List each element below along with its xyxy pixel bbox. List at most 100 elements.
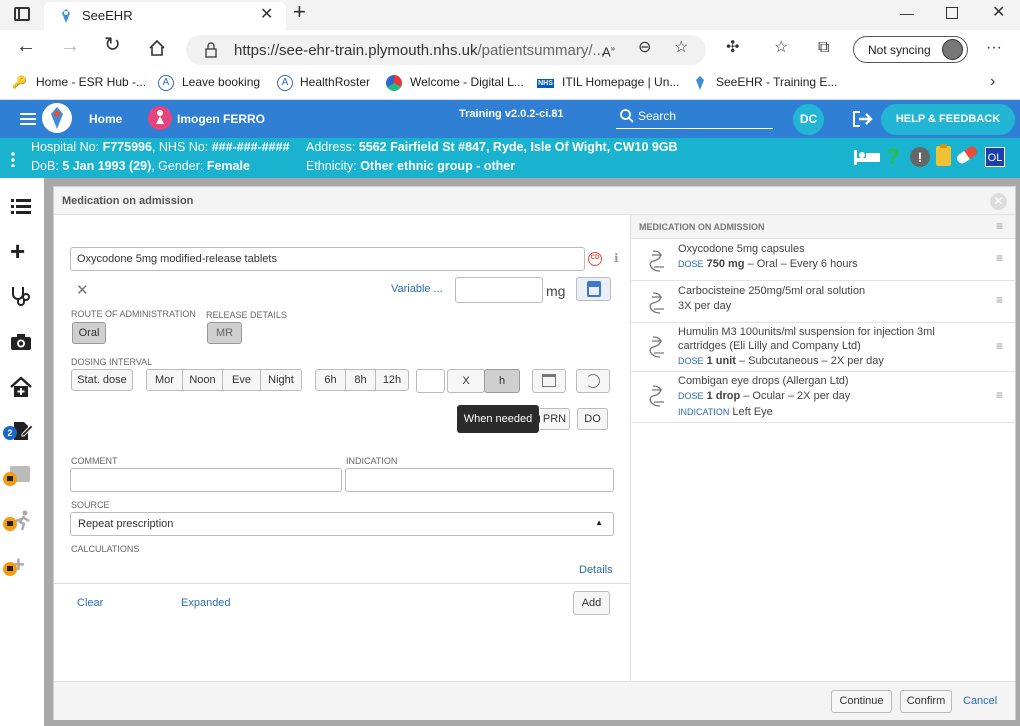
caret-down-icon: ▲ [595, 518, 603, 527]
clipboard-icon[interactable] [936, 144, 951, 166]
time-noon-button[interactable]: Noon [182, 369, 223, 391]
custom-interval-input[interactable] [416, 369, 445, 393]
bookmark-welcome[interactable]: Welcome - Digital L... [410, 75, 524, 89]
indication-input[interactable] [345, 468, 614, 492]
prn-button[interactable]: PRN [540, 408, 570, 430]
med-item[interactable]: Carbocisteine 250mg/5ml oral solution 3X… [631, 281, 1015, 323]
stethoscope-icon[interactable] [10, 285, 32, 307]
bookmark-leave[interactable]: Leave booking [182, 75, 260, 89]
medication-list-pane: MEDICATION ON ADMISSION ≡ Oxycodone 5mg … [630, 215, 1015, 681]
restore-icon[interactable] [946, 7, 958, 19]
drag-handle-icon[interactable]: ≡ [996, 293, 1003, 307]
do-button[interactable]: DO [577, 408, 608, 430]
variable-link[interactable]: Variable ... [391, 283, 443, 295]
interval-12h-button[interactable]: 12h [375, 369, 409, 391]
patient-name[interactable]: Imogen FERRO [177, 112, 265, 126]
calendar-button[interactable] [532, 369, 566, 393]
info-pin-icon[interactable]: ℹ [614, 251, 619, 265]
seeehr-bookmark-icon [692, 75, 708, 91]
close-window-icon[interactable]: ✕ [992, 5, 1005, 21]
chevron-right-icon[interactable]: › [990, 74, 995, 90]
route-oral-button[interactable]: Oral [72, 322, 106, 344]
drag-handle-icon[interactable]: ≡ [996, 251, 1003, 265]
search-icon [620, 109, 634, 123]
hours-h-button[interactable]: h [484, 369, 520, 393]
source-select[interactable]: Repeat prescription ▲ [70, 512, 614, 536]
drug-input[interactable]: Oxycodone 5mg modified-release tablets [70, 247, 585, 271]
schedule-button[interactable] [576, 369, 610, 393]
url-bar[interactable]: https://see-ehr-train.plymouth.nhs.uk/pa… [186, 35, 706, 65]
time-mor-button[interactable]: Mor [146, 369, 183, 391]
confirm-button[interactable]: Confirm [900, 690, 952, 713]
drag-handle-icon[interactable]: ≡ [996, 388, 1003, 402]
cancel-link[interactable]: Cancel [963, 695, 997, 707]
list-menu-icon[interactable]: ≡ [996, 219, 1003, 233]
time-eve-button[interactable]: Eve [222, 369, 261, 391]
forward-icon[interactable]: → [60, 36, 80, 56]
bookmark-healthroster[interactable]: HealthRoster [300, 75, 370, 89]
home-icon[interactable] [148, 39, 166, 57]
back-icon[interactable]: ← [16, 36, 36, 56]
user-avatar[interactable]: DC [793, 104, 824, 135]
med-item[interactable]: Oxycodone 5mg capsules DOSE 750 mg – Ora… [631, 239, 1015, 281]
home-link[interactable]: Home [89, 112, 122, 126]
med-item[interactable]: Humulin M3 100units/ml suspension for in… [631, 323, 1015, 372]
pill-icon[interactable] [955, 144, 979, 166]
browser-tab[interactable]: SeeEHR ✕ [44, 2, 286, 30]
help-feedback-button[interactable]: HELP & FEEDBACK [881, 104, 1015, 135]
add-favorite-icon[interactable]: ☆ [674, 40, 688, 56]
med-dose-line: DOSE 750 mg – Oral – Every 6 hours [678, 258, 858, 270]
plus-icon[interactable]: + [10, 236, 25, 267]
collections-icon[interactable]: ⧉ [818, 40, 829, 56]
dose-label: DOSE [678, 356, 704, 366]
calculator-button[interactable] [576, 277, 611, 301]
kebab-icon[interactable] [11, 151, 15, 167]
seeehr-favicon-icon [58, 8, 74, 24]
release-mr-button[interactable]: MR [207, 322, 242, 344]
clear-drug-icon[interactable]: ✕ [76, 281, 89, 299]
comment-input[interactable] [70, 468, 342, 492]
bookmark-seeehr[interactable]: SeeEHR - Training E... [716, 75, 837, 89]
refresh-icon[interactable]: ↻ [104, 35, 121, 55]
alert-icon[interactable]: ! [910, 147, 930, 167]
interval-8h-button[interactable]: 8h [345, 369, 376, 391]
sync-button[interactable]: Not syncing [853, 36, 968, 63]
home-plus-icon[interactable] [9, 376, 33, 398]
time-night-button[interactable]: Night [260, 369, 302, 391]
ethnicity-line: Ethnicity: Other ethnic group - other [306, 159, 515, 173]
med-item[interactable]: Combigan eye drops (Allergan Ltd) DOSE 1… [631, 372, 1015, 423]
read-aloud-icon[interactable]: A» [602, 41, 615, 60]
bookmark-itil[interactable]: ITIL Homepage | Un... [562, 75, 679, 89]
clear-link[interactable]: Clear [77, 597, 103, 609]
extensions-icon[interactable]: ✣ [726, 40, 739, 56]
expanded-link[interactable]: Expanded [181, 597, 231, 609]
minimize-icon[interactable]: — [900, 5, 914, 21]
times-x-button[interactable]: X [447, 369, 485, 393]
question-icon[interactable]: ? [886, 144, 899, 170]
dose-detail: – Subcutaneous – 2X per day [735, 355, 884, 367]
tab-actions-icon[interactable] [14, 7, 30, 21]
bed-icon[interactable] [853, 148, 881, 166]
bookmark-esr[interactable]: Home - ESR Hub -... [36, 75, 146, 89]
continue-button[interactable]: Continue [831, 690, 892, 713]
favorites-icon[interactable]: ☆ [774, 40, 788, 56]
stat-dose-button[interactable]: Stat. dose [71, 369, 133, 391]
interval-6h-button[interactable]: 6h [315, 369, 346, 391]
zoom-icon[interactable]: ⊖ [638, 40, 651, 56]
hamburger-icon[interactable] [20, 113, 36, 125]
drag-handle-icon[interactable]: ≡ [996, 339, 1003, 353]
more-menu-icon[interactable]: ··· [986, 40, 1002, 56]
a-circle-icon-2: A [277, 75, 293, 91]
new-tab-icon[interactable]: + [293, 1, 306, 23]
close-modal-icon[interactable]: ✕ [990, 193, 1007, 210]
list-icon[interactable] [11, 198, 31, 214]
add-button[interactable]: Add [573, 591, 610, 615]
search-box[interactable]: Search [616, 105, 773, 129]
camera-icon[interactable] [10, 333, 32, 351]
details-link[interactable]: Details [579, 564, 613, 576]
tab-title: SeeEHR [82, 8, 133, 23]
dose-input[interactable] [455, 277, 543, 303]
logout-icon[interactable] [852, 110, 874, 128]
ol-badge[interactable]: OL [985, 147, 1005, 167]
close-tab-icon[interactable]: ✕ [260, 7, 273, 23]
